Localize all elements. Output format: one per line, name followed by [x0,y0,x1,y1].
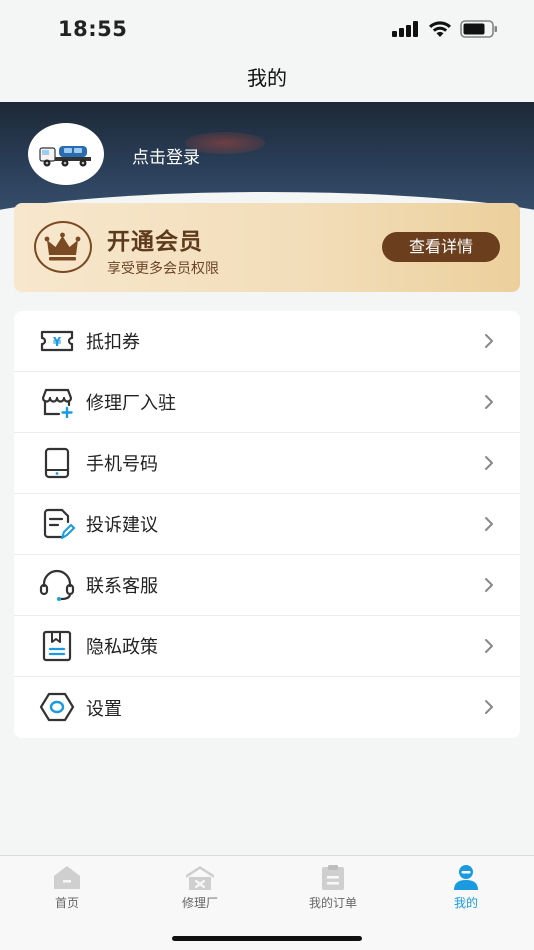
tab-repair-shop[interactable]: 修理厂 [150,864,250,911]
menu-item-coupon[interactable]: ¥ 抵扣券 [14,311,520,372]
tab-label: 我的 [453,896,478,910]
orders-icon [322,865,344,890]
coupon-icon: ¥ [40,330,74,352]
chevron-right-icon [485,334,493,348]
tab-label: 首页 [54,896,79,910]
privacy-icon [42,630,72,662]
headset-icon [39,569,75,601]
nav-bar: 我的 [0,58,534,104]
gear-icon [39,692,75,722]
tab-label: 修理厂 [181,896,218,910]
menu-label: 抵扣券 [86,332,140,353]
chevron-right-icon [485,517,493,531]
shop-add-icon [41,388,73,418]
home-indicator [172,936,362,941]
tow-truck-logo-icon [39,146,91,167]
cellular-signal-icon [392,21,418,37]
tab-label: 我的订单 [308,896,357,910]
menu-label: 投诉建议 [86,515,158,536]
menu-item-phone-number[interactable]: 手机号码 [14,433,520,494]
menu-item-settings[interactable]: 设置 [14,677,520,738]
status-bar: 18:55 [0,0,534,58]
battery-icon [460,20,497,38]
membership-title: 开通会员 [107,229,203,255]
status-icons [392,20,498,38]
menu-item-repair-shop-join[interactable]: 修理厂入驻 [14,372,520,433]
menu-label: 修理厂入驻 [86,393,176,414]
page-title: 我的 [247,66,287,90]
tab-home[interactable]: 首页 [17,864,117,911]
feedback-icon [43,508,75,539]
login-link[interactable]: 点击登录 [132,143,200,168]
menu-label: 联系客服 [86,576,158,597]
menu-list: ¥ 抵扣券 修理厂入驻 手机号码 投诉建议 联系客服 隐私政策 设置 [14,311,520,738]
membership-subtitle: 享受更多会员权限 [107,261,219,277]
tab-mine[interactable]: 我的 [416,864,516,911]
status-time: 18:55 [58,17,128,41]
repair-shop-icon [186,866,214,890]
tab-my-orders[interactable]: 我的订单 [283,864,383,911]
menu-label: 隐私政策 [86,637,158,658]
chevron-right-icon [485,639,493,653]
menu-label: 设置 [86,698,122,720]
crown-icon [34,221,92,273]
tab-bar: 首页 修理厂 我的订单 我的 [0,855,534,950]
view-details-button[interactable]: 查看详情 [382,232,500,262]
chevron-right-icon [485,395,493,409]
svg-text:¥: ¥ [53,335,62,349]
home-icon [54,866,80,889]
menu-item-feedback[interactable]: 投诉建议 [14,494,520,555]
chevron-right-icon [485,700,493,714]
chevron-right-icon [485,578,493,592]
wifi-icon [429,20,451,37]
menu-item-privacy-policy[interactable]: 隐私政策 [14,616,520,677]
profile-icon [454,865,478,890]
membership-card[interactable]: 开通会员 享受更多会员权限 查看详情 [14,203,520,292]
phone-icon [44,447,70,479]
avatar[interactable] [28,123,104,185]
chevron-right-icon [485,456,493,470]
menu-item-customer-service[interactable]: 联系客服 [14,555,520,616]
menu-label: 手机号码 [86,454,158,475]
